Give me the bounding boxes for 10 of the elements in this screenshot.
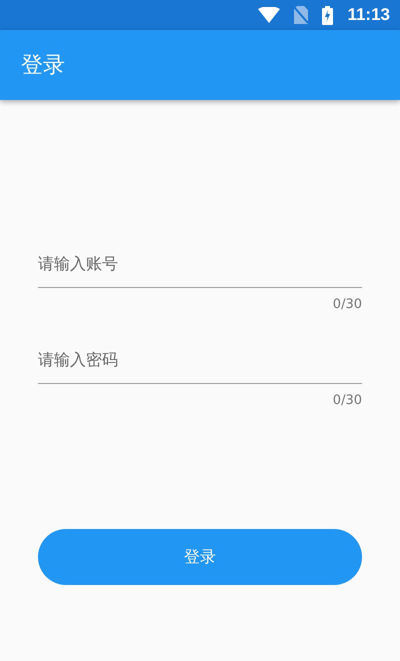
status-time: 11:13: [347, 5, 390, 25]
character-counter: 0/30: [332, 297, 362, 312]
wifi-icon: [258, 7, 280, 23]
app-title: 登录: [21, 52, 65, 80]
no-sim-icon: [294, 6, 308, 24]
input-field[interactable]: 请输入账号: [38, 240, 362, 288]
input-field[interactable]: 请输入密码: [38, 336, 362, 384]
battery-charging-icon: [322, 6, 334, 24]
login-button[interactable]: 登录: [38, 529, 362, 585]
character-counter: 0/30: [332, 393, 362, 408]
